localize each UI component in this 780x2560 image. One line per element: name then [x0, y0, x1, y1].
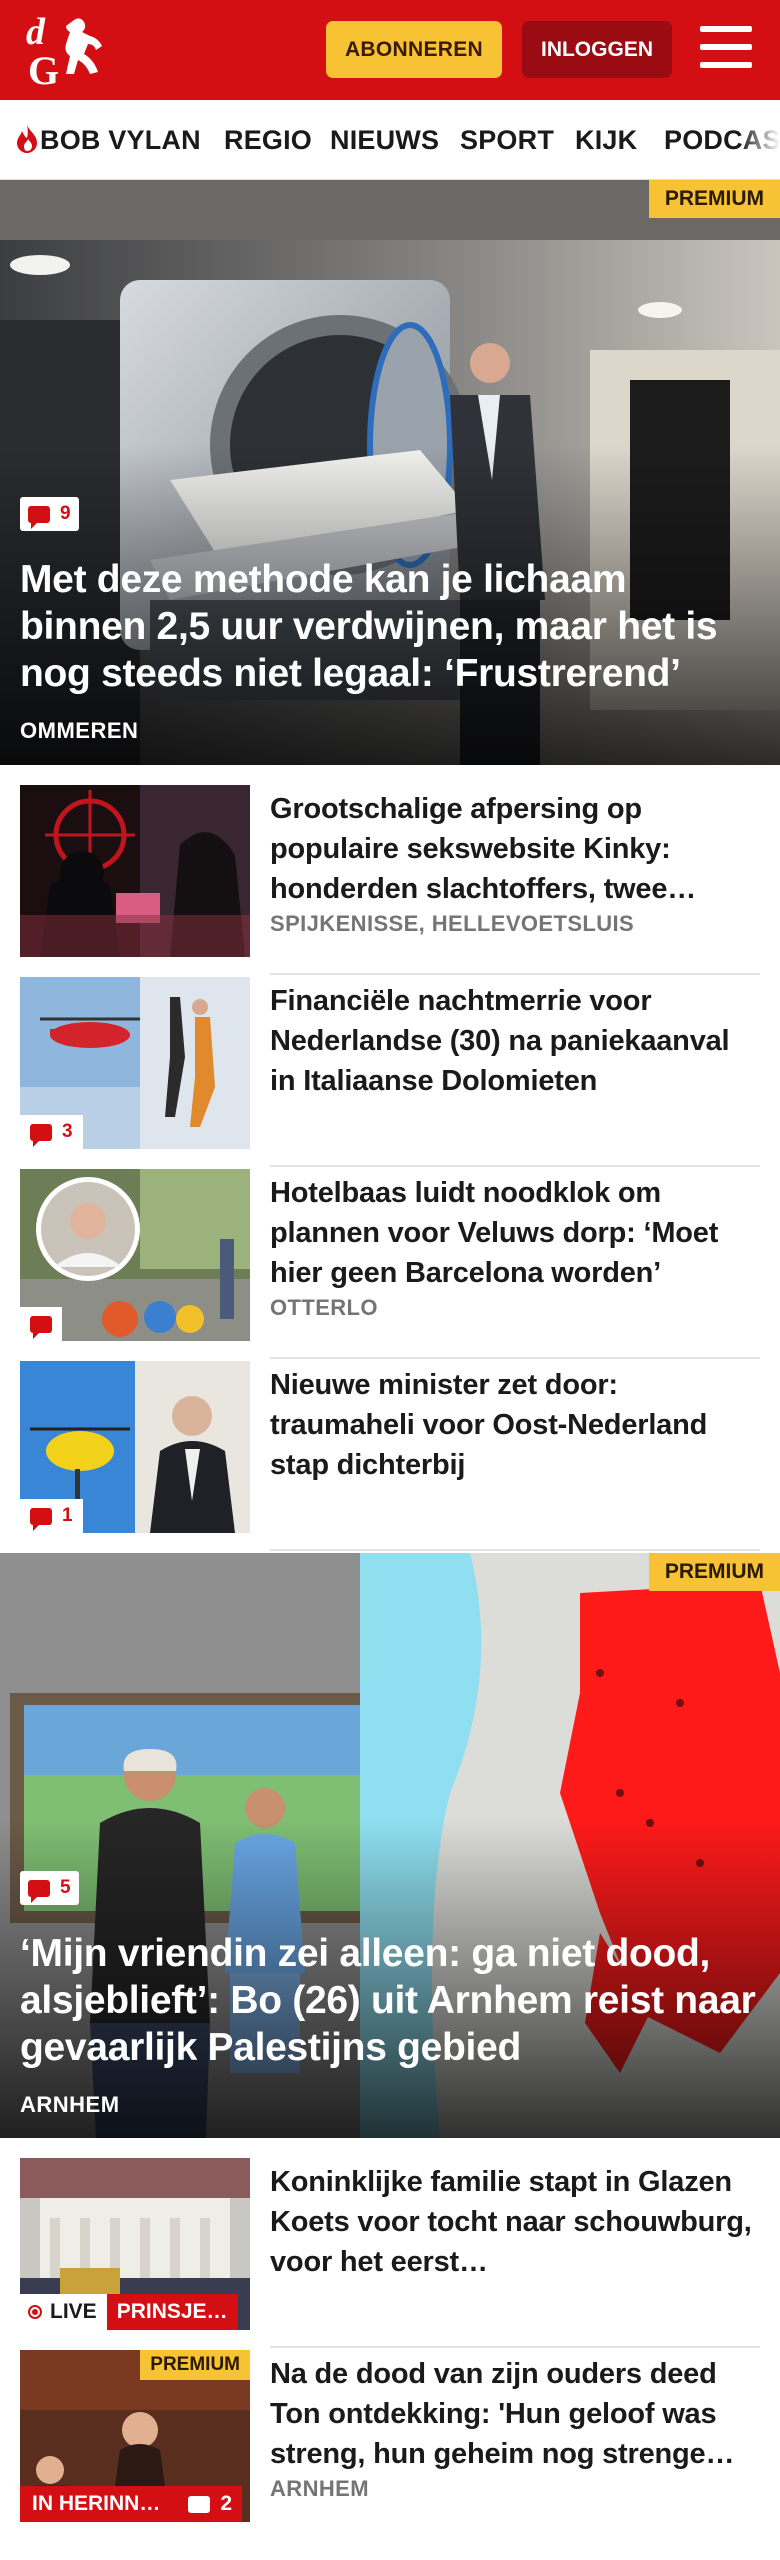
- comment-count: 9: [60, 503, 71, 524]
- hero-location: ARNHEM: [20, 2092, 120, 2117]
- divider: [270, 1549, 760, 1551]
- comment-count-badge: 2: [172, 2486, 243, 2522]
- article-location: SPIJKENISSE, HELLEVOETSLUIS: [270, 911, 635, 936]
- live-dot-icon: [28, 2305, 42, 2319]
- premium-badge: PREMIUM: [648, 180, 780, 218]
- list-item[interactable]: LIVE PRINSJE… Koninklijke familie stapt …: [20, 2158, 760, 2348]
- comment-bubble-icon: [28, 1879, 50, 1903]
- top-bar: d G ABONNEREN INLOGGEN: [0, 0, 780, 100]
- comment-badge: [20, 1307, 62, 1341]
- article-location: OTTERLO: [270, 1295, 378, 1320]
- list-item[interactable]: 1 Nieuwe minister zet door: traumaheli v…: [20, 1361, 760, 1551]
- comment-count: 2: [220, 2492, 233, 2515]
- subscribe-button[interactable]: ABONNEREN: [326, 21, 502, 78]
- svg-text:d: d: [26, 11, 46, 53]
- article-title[interactable]: Koninklijke familie stapt in Glazen Koet…: [270, 2162, 756, 2282]
- comment-count-badge: 9: [20, 497, 79, 531]
- comment-count: 5: [60, 1877, 71, 1898]
- nav-label: BOB VYLAN: [40, 125, 201, 155]
- article-thumbnail: PREMIUM IN HERINN… 2: [20, 2350, 250, 2522]
- article-thumbnail: LIVE PRINSJE…: [20, 2158, 250, 2330]
- nav-item-kijk[interactable]: KIJK: [575, 100, 637, 179]
- article-thumbnail: [20, 785, 250, 957]
- article-title[interactable]: Grootschalige afpersing op populaire sek…: [270, 789, 756, 909]
- comment-count-badge: 1: [20, 1499, 83, 1533]
- topic-tag: PRINSJE…: [106, 2294, 238, 2330]
- login-button[interactable]: INLOGGEN: [522, 21, 672, 78]
- live-badge: LIVE PRINSJE…: [20, 2294, 238, 2330]
- comment-bubble-icon: [30, 1315, 52, 1339]
- hero-title[interactable]: ‘Mijn vriendin zei alleen: ga niet dood,…: [20, 1930, 758, 2071]
- svg-text:G: G: [28, 48, 59, 90]
- comment-count: 1: [62, 1505, 73, 1526]
- hamburger-menu-icon[interactable]: [700, 26, 752, 72]
- article-thumbnail: 1: [20, 1361, 250, 1533]
- divider: [270, 2346, 760, 2348]
- article-title[interactable]: Hotelbaas luidt noodklok om plannen voor…: [270, 1173, 756, 1293]
- nav-fade: [740, 100, 780, 179]
- hero-article-2[interactable]: PREMIUM 5 ‘Mijn vriendin zei alleen: ga …: [0, 1553, 780, 2138]
- article-title[interactable]: Na de dood van zijn ouders deed Ton ontd…: [270, 2354, 756, 2474]
- dg-logo[interactable]: d G: [22, 10, 122, 93]
- hero-article-1[interactable]: PREMIUM 9 Met deze methode kan je lichaa…: [0, 180, 780, 765]
- list-item[interactable]: PREMIUM IN HERINN… 2 Na de dood van zijn…: [20, 2350, 760, 2540]
- article-thumbnail: 3: [20, 977, 250, 1149]
- premium-badge: PREMIUM: [648, 1553, 780, 1591]
- section-nav: BOB VYLAN REGIO NIEUWS SPORT KIJK PODCAS: [0, 100, 780, 180]
- comment-count-badge: 5: [20, 1871, 79, 1905]
- article-title[interactable]: Financiële nachtmerrie voor Nederlandse …: [270, 981, 756, 1101]
- tag-badge: IN HERINN… 2: [20, 2486, 243, 2522]
- hero-location: OMMEREN: [20, 718, 139, 743]
- divider: [270, 973, 760, 975]
- flame-icon: [17, 124, 37, 153]
- nav-item-sport[interactable]: SPORT: [460, 100, 554, 179]
- live-label: LIVE: [50, 2300, 97, 2323]
- list-item[interactable]: Hotelbaas luidt noodklok om plannen voor…: [20, 1169, 760, 1359]
- list-item[interactable]: Grootschalige afpersing op populaire sek…: [20, 785, 760, 975]
- comment-bubble-icon: [28, 505, 50, 529]
- article-thumbnail: [20, 1169, 250, 1341]
- hero-title[interactable]: Met deze methode kan je lichaam binnen 2…: [20, 556, 758, 697]
- nav-item-bob-vylan[interactable]: BOB VYLAN: [16, 100, 201, 179]
- comment-count: 3: [62, 1121, 73, 1142]
- article-title[interactable]: Nieuwe minister zet door: traumaheli voo…: [270, 1365, 756, 1485]
- list-item[interactable]: 3 Financiële nachtmerrie voor Nederlands…: [20, 977, 760, 1167]
- comment-bubble-icon: [188, 2495, 211, 2519]
- nav-item-regio[interactable]: REGIO: [224, 100, 312, 179]
- comment-count-badge: 3: [20, 1115, 83, 1149]
- comment-bubble-icon: [30, 1507, 52, 1531]
- divider: [270, 1357, 760, 1359]
- article-location: ARNHEM: [270, 2476, 369, 2501]
- nav-item-nieuws[interactable]: NIEUWS: [330, 100, 439, 179]
- comment-bubble-icon: [30, 1123, 52, 1147]
- divider: [270, 1165, 760, 1167]
- premium-badge: PREMIUM: [140, 2350, 250, 2380]
- topic-tag: IN HERINN…: [20, 2486, 173, 2522]
